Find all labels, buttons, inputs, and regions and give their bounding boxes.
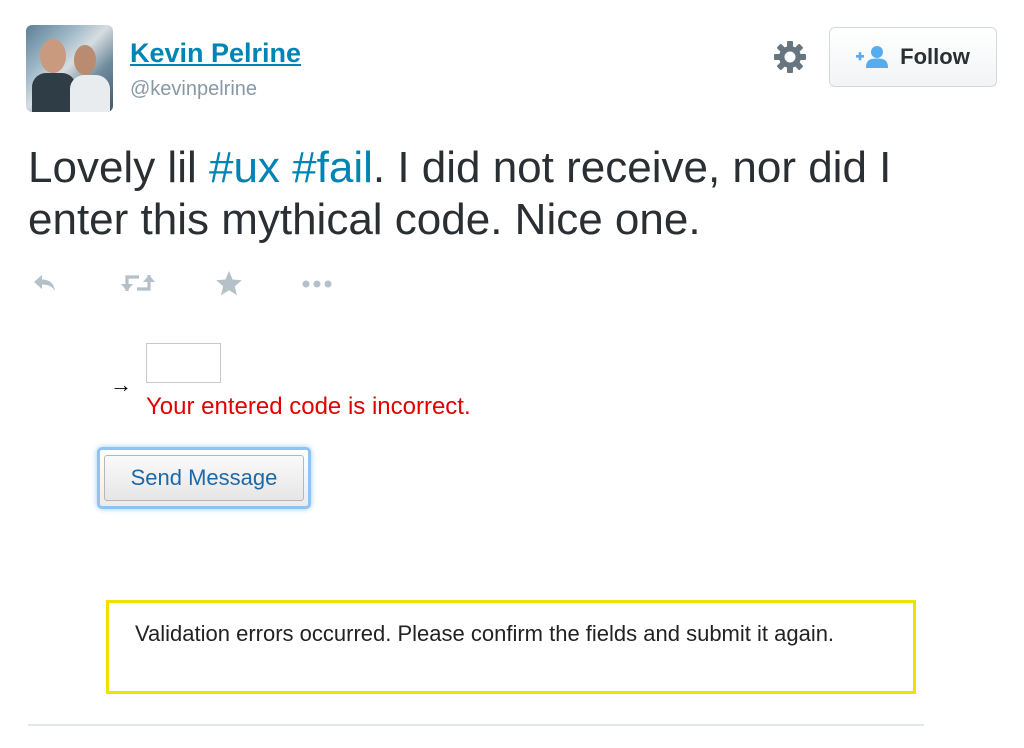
author-handle[interactable]: @kevinpelrine (130, 78, 257, 101)
error-message: Your entered code is incorrect. (146, 393, 471, 420)
validation-message: Validation errors occurred. Please confi… (106, 600, 916, 694)
avatar-person-1 (40, 39, 66, 73)
code-input[interactable] (146, 343, 221, 383)
tweet-text: Lovely lil #ux #fail. I did not receive,… (28, 142, 998, 246)
reply-icon[interactable] (32, 270, 58, 301)
avatar-person-2 (74, 45, 96, 75)
avatar-body-2 (70, 75, 110, 112)
send-message-label: Send Message (104, 455, 304, 501)
more-icon[interactable] (300, 270, 334, 301)
follow-label: Follow (900, 44, 970, 69)
author-name[interactable]: Kevin Pelrine (130, 38, 301, 69)
hashtag-fail[interactable]: #fail (292, 143, 373, 192)
divider (28, 724, 924, 726)
gear-icon[interactable] (770, 37, 810, 77)
avatar[interactable] (26, 25, 113, 112)
follow-button[interactable]: Follow (829, 27, 997, 87)
arrow-icon: → (110, 372, 132, 397)
retweet-icon[interactable] (120, 270, 156, 301)
tweet-text-space (280, 143, 292, 192)
tweet-text-start: Lovely lil (28, 143, 209, 192)
favorite-icon[interactable] (215, 270, 243, 301)
follow-user-icon (856, 46, 889, 68)
send-message-button[interactable]: Send Message (97, 447, 311, 509)
hashtag-ux[interactable]: #ux (209, 143, 280, 192)
